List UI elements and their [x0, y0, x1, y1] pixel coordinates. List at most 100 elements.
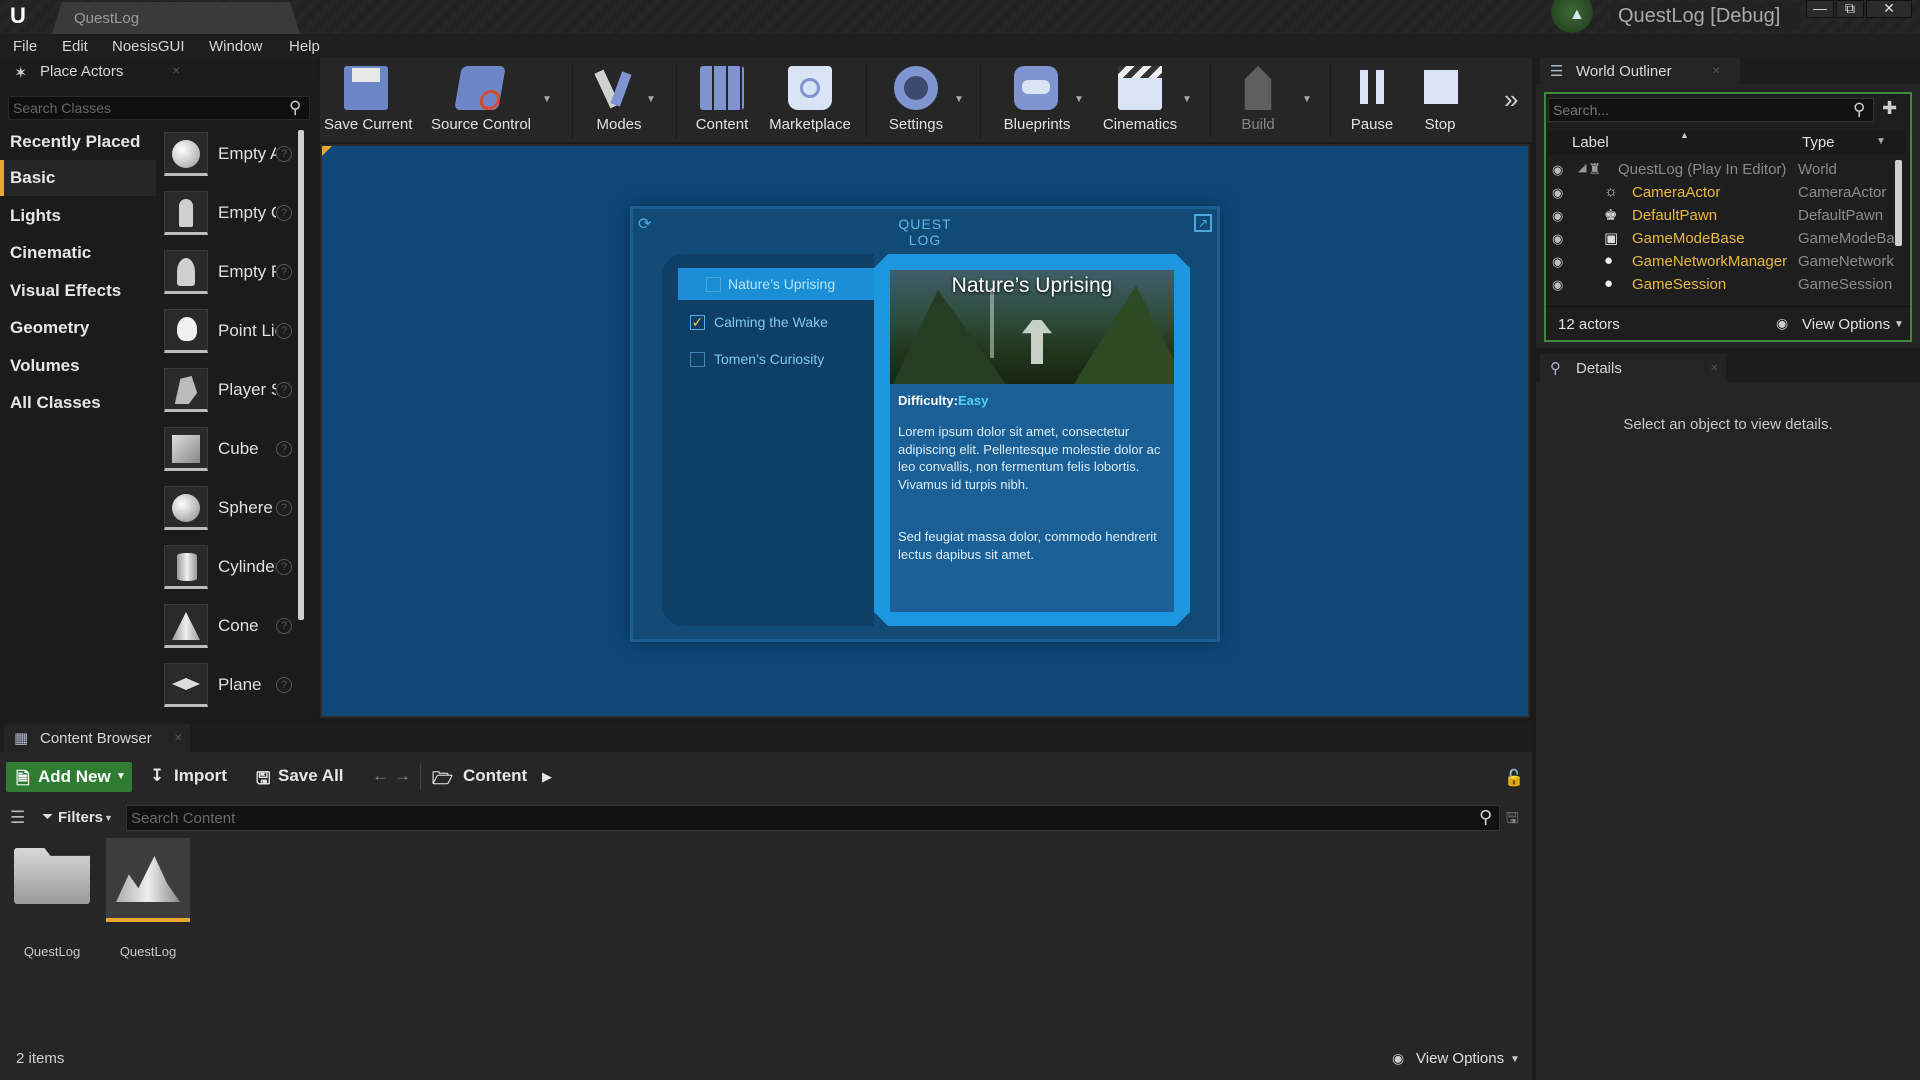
eye-icon[interactable]: ◉	[1552, 185, 1570, 200]
blueprints-button[interactable]: Blueprints	[990, 58, 1084, 142]
build-button[interactable]: Build	[1220, 58, 1296, 142]
chevron-down-icon[interactable]: ▼	[954, 94, 964, 105]
search-content-field[interactable]: ⚲	[126, 805, 1500, 831]
breadcrumb-arrow-icon[interactable]: ▶	[542, 769, 552, 785]
chevron-down-icon[interactable]: ▼	[542, 94, 552, 105]
actor-item[interactable]: Cone ?	[156, 598, 298, 654]
help-icon[interactable]: ?	[276, 264, 292, 280]
eye-icon[interactable]: ◉	[1552, 231, 1570, 246]
quest-checkbox[interactable]: ✓	[690, 315, 705, 330]
quest-item[interactable]: Tomen’s Curiosity	[678, 343, 874, 375]
outliner-row[interactable]: ◉ ▣ GameModeBase GameModeBase	[1548, 227, 1894, 250]
settings-button[interactable]: Settings	[876, 58, 956, 142]
add-filter-icon[interactable]: ✚	[1882, 98, 1897, 119]
debug-badge[interactable]: ▲	[1548, 0, 1600, 36]
document-tab[interactable]: QuestLog	[52, 2, 300, 34]
search-content-input[interactable]	[131, 809, 1461, 827]
chevron-down-icon[interactable]: ▼	[104, 813, 113, 823]
asset-folder[interactable]: QuestLog	[8, 838, 96, 959]
outliner-row[interactable]: ◉ ♚ DefaultPawn DefaultPawn	[1548, 204, 1894, 227]
category-visual-effects[interactable]: Visual Effects	[0, 273, 156, 309]
save-current-button[interactable]: Save Current	[324, 58, 412, 142]
quest-item[interactable]: ✓ Calming the Wake	[678, 306, 874, 338]
outliner-row[interactable]: ◉ ☼ CameraActor CameraActor	[1548, 181, 1894, 204]
eye-icon[interactable]: ◉	[1552, 162, 1570, 177]
category-geometry[interactable]: Geometry	[0, 310, 156, 346]
forward-arrow-icon[interactable]: →	[394, 766, 411, 786]
help-icon[interactable]: ?	[276, 323, 292, 339]
actor-item[interactable]: Cube ?	[156, 421, 298, 477]
close-tab-icon[interactable]: ✕	[174, 733, 182, 744]
chevron-down-icon[interactable]: ▼	[1302, 94, 1312, 105]
sources-toggle-icon[interactable]: ☰	[10, 808, 25, 828]
chevron-down-icon[interactable]: ▼	[1876, 136, 1886, 147]
back-arrow-icon[interactable]: ←	[372, 766, 389, 786]
column-type[interactable]: Type	[1802, 134, 1835, 151]
add-new-button[interactable]: 🗎 Add New ▼	[6, 762, 132, 792]
breadcrumb-content[interactable]: Content	[463, 766, 527, 786]
category-lights[interactable]: Lights	[0, 198, 156, 234]
actor-item[interactable]: Cylinder ?	[156, 539, 298, 595]
outliner-row[interactable]: ◉ ◢ ♜ QuestLog (Play In Editor) World	[1548, 158, 1894, 181]
category-volumes[interactable]: Volumes	[0, 348, 156, 384]
chevron-down-icon[interactable]: ▼	[646, 94, 656, 105]
column-label[interactable]: Label	[1572, 134, 1609, 151]
eye-icon[interactable]: ◉	[1552, 208, 1570, 223]
stop-button[interactable]: Stop	[1408, 58, 1472, 142]
content-browser-tab[interactable]: ▦ Content Browser ✕	[4, 724, 190, 752]
actor-item[interactable]: Plane ?	[156, 657, 298, 713]
refresh-icon[interactable]: ⟳	[638, 214, 656, 233]
category-all-classes[interactable]: All Classes	[0, 385, 156, 421]
menu-noesisgui[interactable]: NoesisGUI	[112, 38, 185, 55]
search-classes-input[interactable]	[13, 99, 283, 117]
filters-button[interactable]: Filters	[58, 809, 103, 826]
category-cinematic[interactable]: Cinematic	[0, 235, 156, 271]
view-options-button[interactable]: View Options	[1416, 1050, 1504, 1067]
save-search-icon[interactable]: 🖫	[1506, 808, 1519, 833]
help-icon[interactable]: ?	[276, 146, 292, 162]
actor-item[interactable]: Point Light ?	[156, 303, 298, 359]
category-basic[interactable]: Basic	[0, 160, 156, 196]
lock-icon[interactable]: 🔓	[1504, 768, 1524, 788]
chevron-down-icon[interactable]: ▼	[1510, 1054, 1520, 1065]
menu-file[interactable]: File	[13, 38, 37, 55]
cinematics-button[interactable]: Cinematics	[1096, 58, 1184, 142]
outliner-row[interactable]: ◉ ● GameNetworkManager GameNetworkManage…	[1548, 250, 1894, 273]
close-button[interactable]: ✕	[1866, 0, 1912, 18]
expand-icon[interactable]: ↗	[1194, 214, 1212, 232]
actor-item[interactable]: Sphere ?	[156, 480, 298, 536]
close-tab-icon[interactable]: ✕	[1712, 66, 1720, 77]
quest-checkbox[interactable]	[706, 277, 721, 292]
quest-checkbox[interactable]	[690, 352, 705, 367]
search-classes-field[interactable]: ⚲	[8, 96, 310, 120]
content-button[interactable]: Content	[686, 58, 758, 142]
close-tab-icon[interactable]: ✕	[172, 66, 180, 77]
view-options-button[interactable]: View Options	[1802, 316, 1890, 333]
help-icon[interactable]: ?	[276, 441, 292, 457]
pause-button[interactable]: Pause	[1340, 58, 1404, 142]
help-icon[interactable]: ?	[276, 382, 292, 398]
expand-arrow-icon[interactable]: ◢	[1578, 161, 1586, 174]
search-icon[interactable]: ⚲	[289, 98, 301, 118]
eye-icon[interactable]: ◉	[1552, 277, 1570, 292]
chevron-down-icon[interactable]: ▼	[1182, 94, 1192, 105]
source-control-button[interactable]: Source Control	[428, 58, 534, 142]
actor-list-scrollbar[interactable]	[298, 130, 304, 620]
save-all-button[interactable]: Save All	[278, 766, 344, 786]
actor-item[interactable]: Player Start ?	[156, 362, 298, 418]
import-button[interactable]: Import	[174, 766, 227, 786]
category-recently-placed[interactable]: Recently Placed	[0, 124, 156, 160]
help-icon[interactable]: ?	[276, 618, 292, 634]
restore-button[interactable]: ⧉	[1836, 0, 1864, 18]
help-icon[interactable]: ?	[276, 500, 292, 516]
help-icon[interactable]: ?	[276, 559, 292, 575]
close-tab-icon[interactable]: ✕	[1710, 363, 1718, 374]
unreal-logo-icon[interactable]: U	[4, 2, 32, 30]
search-icon[interactable]: ⚲	[1479, 807, 1492, 828]
search-icon[interactable]: ⚲	[1853, 100, 1865, 120]
menu-window[interactable]: Window	[209, 38, 262, 55]
outliner-search-field[interactable]: ⚲	[1548, 98, 1874, 122]
eye-icon[interactable]: ◉	[1552, 254, 1570, 269]
details-tab[interactable]: ⚲ Details ✕	[1540, 354, 1726, 382]
chevron-down-icon[interactable]: ▼	[1894, 319, 1904, 330]
